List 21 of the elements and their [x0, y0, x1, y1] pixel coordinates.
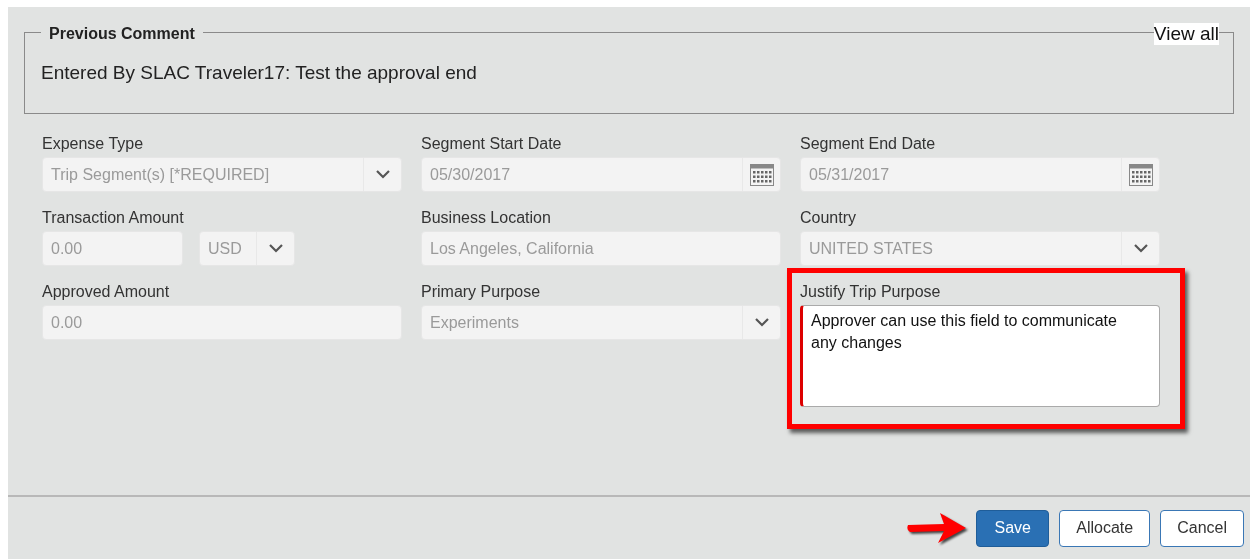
- chevron-down-icon: [268, 244, 283, 253]
- text-area[interactable]: Approver can use this field to communicate any changes: [800, 305, 1160, 407]
- field-label: Business Location: [421, 208, 552, 228]
- action-button[interactable]: Cancel: [1160, 509, 1244, 547]
- field-label: Justify Trip Purpose: [800, 282, 942, 302]
- field-label: Primary Purpose: [421, 282, 542, 302]
- field-label: Expense Type: [42, 134, 145, 154]
- chevron-down-icon: [1133, 244, 1148, 253]
- field-label: Country: [800, 208, 858, 228]
- field-label: Segment Start Date: [421, 134, 563, 154]
- field-label: Approved Amount: [42, 282, 171, 302]
- calendar-icon: [1128, 163, 1153, 186]
- action-button[interactable]: Allocate: [1059, 509, 1151, 547]
- view-all-link[interactable]: View all: [1153, 23, 1219, 45]
- chevron-down-icon: [375, 170, 390, 179]
- calendar-icon: [749, 163, 774, 186]
- field-label: Transaction Amount: [42, 208, 185, 228]
- comment-text: Entered By SLAC Traveler17: Test the approval end: [41, 62, 477, 83]
- action-button[interactable]: Save: [976, 509, 1050, 547]
- chevron-down-icon: [754, 318, 769, 327]
- field-label: Segment End Date: [800, 134, 937, 154]
